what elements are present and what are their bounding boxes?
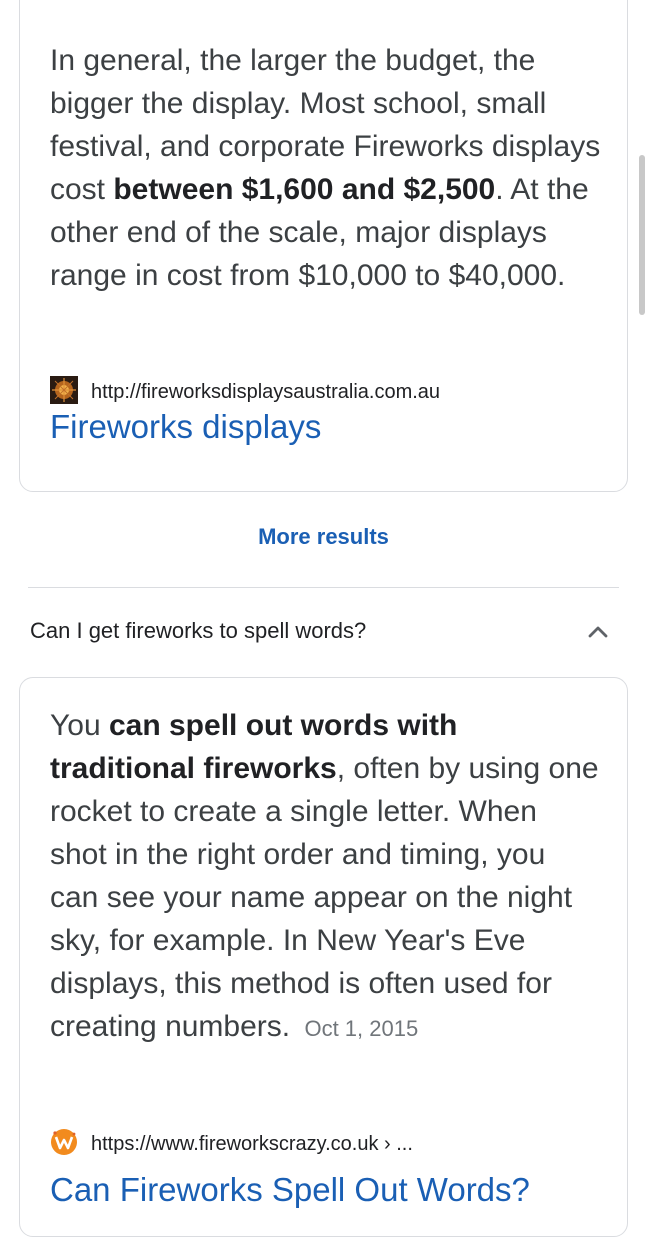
related-question[interactable]: Can I get fireworks to spell words? xyxy=(30,618,366,644)
source-url[interactable]: https://www.fireworkscrazy.co.uk › ... xyxy=(91,1133,413,1156)
more-results-button[interactable]: More results xyxy=(0,524,647,550)
source-url[interactable]: http://fireworksdisplaysaustralia.com.au xyxy=(91,381,440,404)
answer-card-spell-words: You can spell out words with traditional… xyxy=(19,677,628,1237)
answer-date: Oct 1, 2015 xyxy=(304,1016,419,1041)
answer-card-budget: In general, the larger the budget, the b… xyxy=(19,0,628,492)
answer-text-part: , often by using one rocket to create a … xyxy=(50,752,599,1043)
divider xyxy=(28,587,619,588)
result-link-title[interactable]: Can Fireworks Spell Out Words? xyxy=(50,1171,530,1209)
fireworks-photo-icon xyxy=(50,376,91,409)
result-link-title[interactable]: Fireworks displays xyxy=(50,408,321,446)
answer-text: In general, the larger the budget, the b… xyxy=(50,39,601,297)
scrollbar[interactable] xyxy=(639,155,645,315)
source-row[interactable]: http://fireworksdisplaysaustralia.com.au xyxy=(50,376,440,409)
source-row[interactable]: https://www.fireworkscrazy.co.uk › ... xyxy=(50,1128,413,1161)
answer-text: You can spell out words with traditional… xyxy=(50,704,601,1050)
answer-text-part: You xyxy=(50,709,109,742)
chevron-up-icon[interactable] xyxy=(584,618,612,646)
fireworkscrazy-logo-icon xyxy=(50,1128,91,1161)
answer-text-bold: between $1,600 and $2,500 xyxy=(113,173,496,206)
